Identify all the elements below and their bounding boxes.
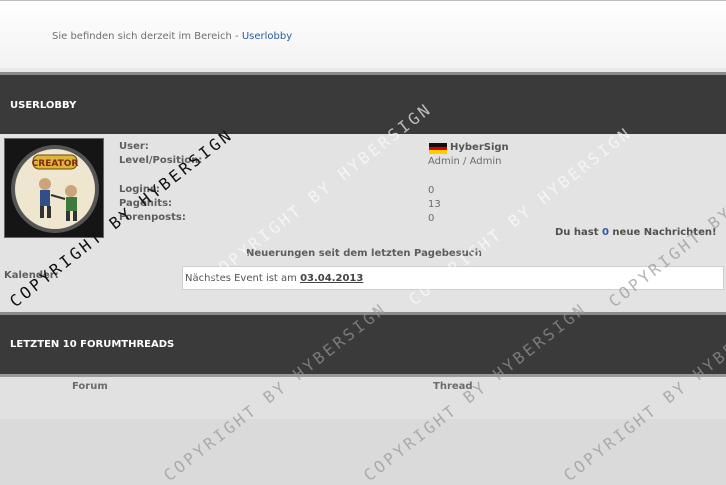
calendar-event-text: Nächstes Event ist am 03.04.2013 <box>185 273 363 284</box>
breadcrumb-prefix: Sie befinden sich derzeit im Bereich - <box>52 31 242 42</box>
column-header-forum: Forum <box>72 381 108 392</box>
section-title-userlobby: USERLOBBY <box>10 100 77 111</box>
calendar-date-link[interactable]: 03.04.2013 <box>300 273 363 284</box>
messages-suffix: neue Nachrichten! <box>608 227 717 238</box>
section-header-userlobby: USERLOBBY <box>0 72 726 134</box>
breadcrumb-area: Sie befinden sich derzeit im Bereich - U… <box>0 0 726 68</box>
userlobby-panel: CREATOR User: Level/Position: Logins: Pa… <box>0 134 726 312</box>
section-header-forumthreads: LETZTEN 10 FORUMTHREADS <box>0 312 726 374</box>
breadcrumb: Sie befinden sich derzeit im Bereich - U… <box>52 31 292 42</box>
logins-label: Logins: <box>119 184 160 195</box>
breadcrumb-link-userlobby[interactable]: Userlobby <box>242 31 292 42</box>
calendar-label: Kalender: <box>4 270 59 281</box>
pagehits-label: Pagehits: <box>119 198 173 209</box>
messages-count: 0 <box>601 227 609 238</box>
section-title-forumthreads: LETZTEN 10 FORUMTHREADS <box>10 339 175 350</box>
changes-heading: Neuerungen seit dem letzten Pagebesuch <box>246 248 482 259</box>
calendar-box: Nächstes Event ist am 03.04.2013 <box>182 266 724 290</box>
calendar-text: Nächstes Event ist am <box>185 273 301 284</box>
column-header-thread: Thread <box>433 381 473 392</box>
user-avatar[interactable]: CREATOR <box>4 138 104 238</box>
threads-table-header: Forum Thread <box>0 374 726 419</box>
avatar-logo-text: CREATOR <box>32 159 79 169</box>
user-label: User: <box>119 141 149 152</box>
level-value: Admin / Admin <box>428 156 502 167</box>
username-link[interactable]: HyberSign <box>450 142 509 153</box>
pagehits-value: 13 <box>428 199 441 210</box>
forenposts-value: 0 <box>428 213 435 224</box>
forenposts-label: Forenposts: <box>119 212 186 223</box>
level-label: Level/Position: <box>119 155 203 166</box>
new-messages-notice[interactable]: Du hast 0 neue Nachrichten! <box>555 227 717 238</box>
messages-prefix: Du hast <box>555 227 602 238</box>
germany-flag-icon <box>429 143 447 154</box>
logins-value: 0 <box>428 185 435 196</box>
